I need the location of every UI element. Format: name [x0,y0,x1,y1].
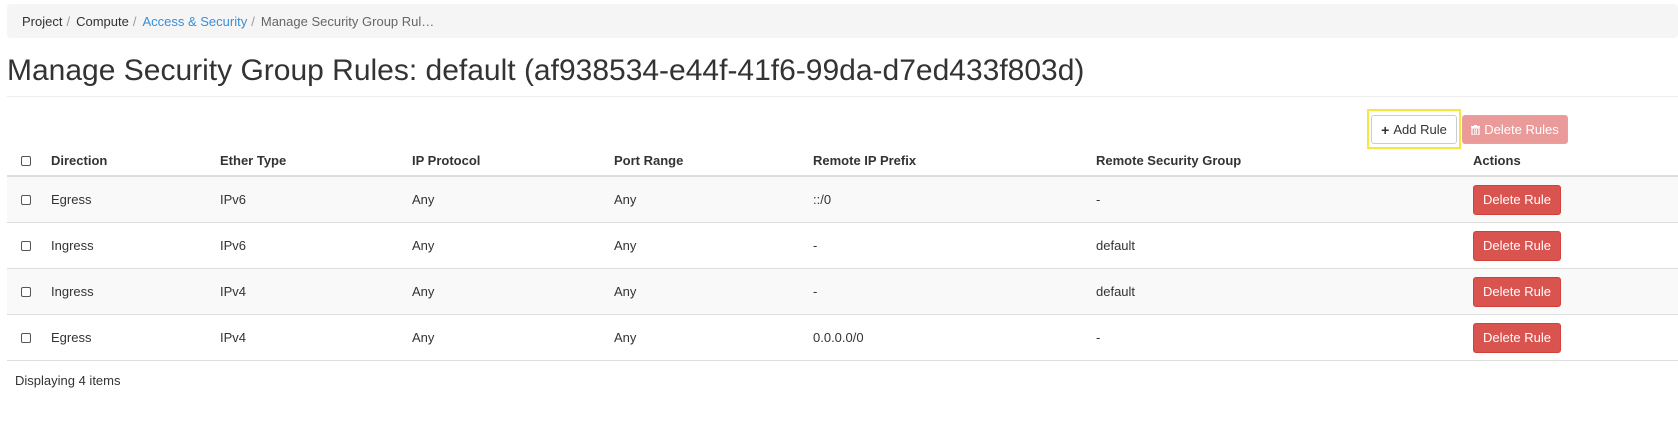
row-checkbox[interactable] [21,332,31,343]
breadcrumb-access-security[interactable]: Access & Security [142,14,247,29]
cell-ip-protocol: Any [412,330,435,345]
cell-ether-type: IPv4 [220,284,247,299]
cell-ether-type: IPv6 [220,192,247,207]
breadcrumb: Project / Compute / Access & Security / … [7,4,1678,38]
header-ip-protocol[interactable]: IP Protocol [412,146,480,175]
cell-remote-ip-prefix: - [813,284,818,299]
row-checkbox[interactable] [21,240,31,251]
table-row: Ingress IPv6 Any Any - default Delete Ru… [7,223,1678,269]
delete-rule-button[interactable]: Delete Rule [1473,276,1561,307]
cell-actions: Delete Rule [1473,315,1561,360]
breadcrumb-separator: / [251,13,255,29]
header-remote-security-group[interactable]: Remote Security Group [1096,146,1241,175]
table-footer-count: Displaying 4 items [15,373,121,388]
delete-rule-button[interactable]: Delete Rule [1473,184,1561,215]
table-row: Egress IPv6 Any Any ::/0 - Delete Rule [7,177,1678,223]
header-direction[interactable]: Direction [51,146,107,175]
delete-rules-label: Delete Rules [1484,122,1559,137]
cell-remote-security-group: - [1096,192,1101,207]
header-port-range[interactable]: Port Range [614,146,683,175]
breadcrumb-separator: / [132,13,137,29]
breadcrumb-current: Manage Security Group Rul… [260,13,435,29]
cell-remote-ip-prefix: - [813,238,818,253]
row-checkbox[interactable] [21,194,31,205]
add-rule-label: Add Rule [1393,122,1447,137]
cell-remote-security-group: default [1096,238,1136,253]
header-remote-ip-prefix[interactable]: Remote IP Prefix [813,146,916,175]
header-actions: Actions [1473,153,1521,168]
cell-remote-security-group: default [1096,284,1136,299]
cell-actions: Delete Rule [1473,177,1561,222]
delete-rule-button[interactable]: Delete Rule [1473,322,1561,353]
breadcrumb-compute[interactable]: Compute [76,14,129,29]
cell-direction: Ingress [51,284,94,299]
cell-remote-security-group: - [1096,330,1101,345]
cell-port-range: Any [614,330,637,345]
header-ether-type[interactable]: Ether Type [220,146,286,175]
rules-table: Direction Ether Type IP Protocol Port Ra… [7,146,1678,361]
table-row: Ingress IPv4 Any Any - default Delete Ru… [7,269,1678,315]
cell-actions: Delete Rule [1473,223,1561,268]
plus-icon: + [1381,121,1390,138]
breadcrumb-separator: / [66,13,71,29]
table-row: Egress IPv4 Any Any 0.0.0.0/0 - Delete R… [7,315,1678,361]
row-checkbox[interactable] [21,286,31,297]
cell-ether-type: IPv6 [220,238,247,253]
breadcrumb-project[interactable]: Project [22,14,62,29]
cell-remote-ip-prefix: ::/0 [813,192,832,207]
cell-direction: Egress [51,330,92,345]
cell-ip-protocol: Any [412,238,435,253]
title-divider [7,96,1678,97]
row-check-cell [21,315,31,360]
delete-rules-button[interactable]: Delete Rules [1462,115,1568,144]
cell-ip-protocol: Any [412,192,435,207]
select-all-checkbox[interactable] [21,155,31,166]
cell-ip-protocol: Any [412,284,435,299]
cell-direction: Ingress [51,238,94,253]
row-check-cell [21,269,31,314]
add-rule-button[interactable]: + Add Rule [1371,115,1457,144]
cell-port-range: Any [614,238,637,253]
cell-actions: Delete Rule [1473,269,1561,314]
cell-ether-type: IPv4 [220,330,247,345]
cell-port-range: Any [614,192,637,207]
trash-icon [1471,124,1481,135]
cell-port-range: Any [614,284,637,299]
table-header: Direction Ether Type IP Protocol Port Ra… [7,146,1678,177]
delete-rule-button[interactable]: Delete Rule [1473,230,1561,261]
cell-direction: Egress [51,192,92,207]
cell-remote-ip-prefix: 0.0.0.0/0 [813,330,864,345]
row-check-cell [21,177,31,222]
row-check-cell [21,223,31,268]
page-title: Manage Security Group Rules: default (af… [7,54,1085,87]
select-all-cell [21,146,31,175]
